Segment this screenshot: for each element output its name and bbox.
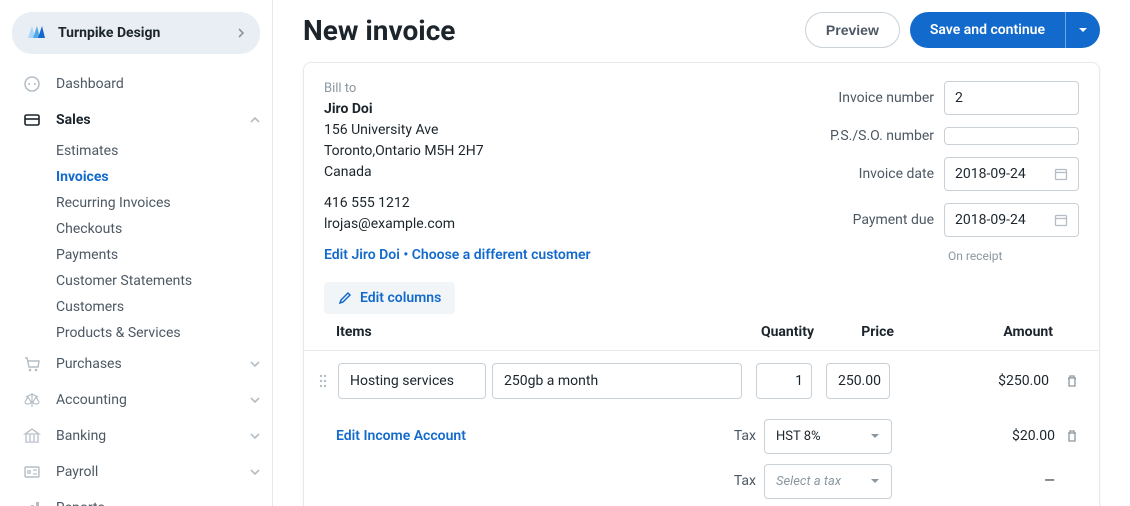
sidebar: Turnpike Design Dashboard Sales Estimate…	[0, 0, 273, 506]
po-number-field[interactable]	[944, 127, 1079, 145]
line-items-header: Items Quantity Price Amount	[304, 314, 1099, 351]
tax-amount-1: $20.00	[892, 428, 1059, 444]
calendar-icon	[1054, 167, 1068, 181]
sidebar-sub-item[interactable]: Checkouts	[0, 216, 272, 242]
customer-country: Canada	[324, 162, 830, 183]
delete-line-button[interactable]	[1059, 374, 1079, 388]
tax-amount-2: —	[892, 473, 1059, 489]
scale-icon	[22, 390, 42, 410]
header-qty: Quantity	[750, 324, 814, 340]
payment-due-note: On receipt	[944, 249, 1079, 263]
chevron-down-icon	[250, 431, 260, 441]
invoice-number-field[interactable]: 2	[944, 81, 1079, 115]
bill-to-block: Bill to Jiro Doi 156 University Ave Toro…	[324, 79, 830, 266]
sidebar-item-purchases[interactable]: Purchases	[0, 346, 272, 382]
cart-icon	[22, 354, 42, 374]
tax-select-2[interactable]: Select a tax	[764, 464, 892, 499]
page-title: New invoice	[303, 14, 805, 47]
save-dropdown-button[interactable]	[1065, 12, 1100, 48]
sidebar-sub-item[interactable]: Estimates	[0, 138, 272, 164]
chevron-down-icon	[250, 395, 260, 405]
payroll-icon	[22, 462, 42, 482]
chevron-right-icon	[236, 28, 246, 38]
chevron-down-icon	[250, 467, 260, 477]
item-name-field[interactable]: Hosting services	[338, 363, 486, 399]
choose-customer-link[interactable]: Choose a different customer	[412, 247, 591, 263]
sidebar-sub-item[interactable]: Invoices	[0, 164, 272, 190]
org-name: Turnpike Design	[58, 25, 226, 41]
sidebar-item-banking[interactable]: Banking	[0, 418, 272, 454]
sidebar-item-dashboard[interactable]: Dashboard	[0, 66, 272, 102]
dashboard-icon	[22, 74, 42, 94]
pencil-icon	[338, 291, 352, 305]
tax-label: Tax	[716, 428, 756, 444]
sidebar-item-reports[interactable]: Reports	[0, 490, 272, 506]
chevron-down-icon	[870, 431, 880, 441]
bank-icon	[22, 426, 42, 446]
edit-columns-button[interactable]: Edit columns	[324, 282, 455, 314]
sidebar-item-label: Reports	[56, 500, 105, 506]
sidebar-sub-item[interactable]: Payments	[0, 242, 272, 268]
sidebar-sub-item[interactable]: Customers	[0, 294, 272, 320]
sidebar-sub-item[interactable]: Customer Statements	[0, 268, 272, 294]
page-header: New invoice Preview Save and continue	[303, 12, 1100, 48]
org-switcher[interactable]: Turnpike Design	[12, 12, 260, 54]
tax-label: Tax	[716, 473, 756, 489]
invoice-meta-form: Invoice number 2 P.S./S.O. number Invoic…	[830, 79, 1079, 266]
customer-addr2: Toronto,Ontario M5H 2H7	[324, 141, 830, 162]
sidebar-item-label: Accounting	[56, 392, 127, 408]
sidebar-sub-item[interactable]: Products & Services	[0, 320, 272, 346]
sidebar-item-payroll[interactable]: Payroll	[0, 454, 272, 490]
sidebar-item-label: Purchases	[56, 356, 122, 372]
save-button[interactable]: Save and continue	[910, 12, 1065, 48]
sidebar-item-label: Banking	[56, 428, 106, 444]
customer-addr1: 156 University Ave	[324, 120, 830, 141]
customer-name: Jiro Doi	[324, 99, 830, 120]
calendar-icon	[1054, 213, 1068, 227]
header-price: Price	[830, 324, 894, 340]
sidebar-item-accounting[interactable]: Accounting	[0, 382, 272, 418]
chevron-down-icon	[870, 476, 880, 486]
invoice-card: Bill to Jiro Doi 156 University Ave Toro…	[303, 62, 1100, 506]
main-content: New invoice Preview Save and continue Bi…	[273, 0, 1130, 506]
invoice-number-label: Invoice number	[830, 90, 934, 106]
po-number-label: P.S./S.O. number	[830, 128, 934, 144]
sidebar-sub-item[interactable]: Recurring Invoices	[0, 190, 272, 216]
customer-edit-links: Edit Jiro Doi • Choose a different custo…	[324, 245, 830, 266]
tax-row-2: Tax Select a tax —	[304, 458, 1099, 506]
line-item-row: Hosting services 250gb a month 1 250.00 …	[304, 351, 1099, 411]
edit-income-account-link[interactable]: Edit Income Account	[336, 428, 716, 444]
header-items: Items	[336, 324, 750, 340]
delete-tax-button[interactable]	[1059, 429, 1079, 443]
edit-customer-link[interactable]: Edit Jiro Doi	[324, 247, 400, 263]
save-button-group: Save and continue	[910, 12, 1100, 48]
tax-row-1: Edit Income Account Tax HST 8% $20.00	[304, 411, 1099, 458]
customer-email: lrojas@example.com	[324, 214, 830, 235]
invoice-date-field[interactable]: 2018-09-24	[944, 157, 1079, 191]
sidebar-item-label: Payroll	[56, 464, 98, 480]
header-amount: Amount	[894, 324, 1079, 340]
item-amount: $250.00	[896, 373, 1053, 389]
item-desc-field[interactable]: 250gb a month	[492, 363, 742, 399]
bill-to-label: Bill to	[324, 79, 830, 99]
invoice-date-label: Invoice date	[830, 166, 934, 182]
chevron-up-icon	[250, 115, 260, 125]
chevron-down-icon	[250, 359, 260, 369]
payment-due-field[interactable]: 2018-09-24	[944, 203, 1079, 237]
logo-icon	[26, 22, 48, 44]
chart-icon	[22, 498, 42, 506]
tax-select-1[interactable]: HST 8%	[764, 419, 892, 454]
payment-due-label: Payment due	[830, 212, 934, 228]
drag-handle-icon[interactable]	[314, 373, 332, 389]
item-price-field[interactable]: 250.00	[826, 363, 890, 399]
sidebar-item-sales[interactable]: Sales	[0, 102, 272, 138]
customer-phone: 416 555 1212	[324, 193, 830, 214]
sidebar-item-label: Dashboard	[56, 76, 124, 92]
sidebar-item-label: Sales	[56, 112, 91, 128]
preview-button[interactable]: Preview	[805, 12, 900, 48]
sales-icon	[22, 110, 42, 130]
item-qty-field[interactable]: 1	[756, 363, 812, 399]
